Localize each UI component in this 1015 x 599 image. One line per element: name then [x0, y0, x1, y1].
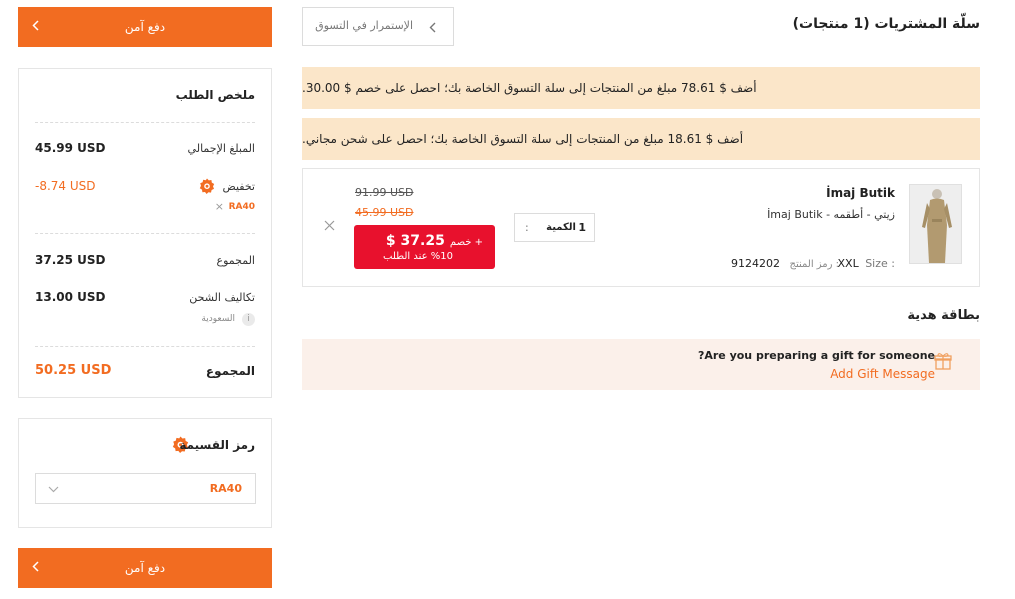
size-value: XXL	[837, 257, 859, 270]
divider	[35, 122, 255, 123]
subtotal-value: 45.99 USD	[35, 141, 106, 155]
gift-question: ?Are you preparing a gift for someone	[697, 349, 935, 362]
gift-card-box[interactable]: ?Are you preparing a gift for someone Ad…	[302, 339, 980, 390]
free-shipping-banner-text: أضف $ 18.61 مبلغ من المنتجات إلى سلة الت…	[302, 132, 744, 146]
quantity-value: 1	[578, 221, 586, 234]
free-shipping-banner: أضف $ 18.61 مبلغ من المنتجات إلى سلة الت…	[302, 118, 980, 160]
product-image[interactable]	[909, 184, 962, 264]
gift-section-title: بطاقة هدية	[907, 308, 980, 323]
discount-banner-text: أضف $ 78.61 مبلغ من المنتجات إلى سلة الت…	[302, 81, 757, 95]
size-label: Size :	[865, 257, 895, 270]
remove-coupon-icon[interactable]: ×	[215, 200, 224, 213]
total-label: المجموع	[216, 254, 255, 267]
promo-price-badge: + خصم 37.25 $ %10 عند الطلب	[354, 225, 495, 269]
coupon-title: رمز القسيمة	[179, 438, 255, 452]
badge-icon	[199, 178, 215, 194]
discount-banner: أضف $ 78.61 مبلغ من المنتجات إلى سلة الت…	[302, 67, 980, 109]
secure-pay-label: دفع آمن	[124, 20, 166, 34]
chevron-left-icon	[32, 561, 39, 572]
cart-item: İmaj Butik زيتي - أطقمه - İmaj Butik XXL…	[302, 168, 980, 287]
divider	[35, 346, 255, 347]
old-price: 91.99 USD	[355, 186, 414, 199]
order-summary: ملخص الطلب المبلغ الإجمالي 45.99 USD تخف…	[18, 68, 272, 398]
product-size: XXL Size :	[838, 257, 896, 270]
chevron-down-icon	[48, 486, 59, 493]
secure-pay-button-top[interactable]: دفع آمن	[18, 7, 272, 47]
sale-price: 45.99 USD	[355, 206, 414, 219]
add-gift-message-link[interactable]: Add Gift Message	[830, 367, 935, 381]
summary-title: ملخص الطلب	[175, 88, 255, 102]
promo-price: 37.25 $	[385, 233, 445, 249]
quantity-label: الكمية	[546, 222, 576, 233]
code-label: رمز المنتج :	[789, 259, 840, 270]
coupon-selected-value: RA40	[209, 482, 242, 495]
continue-shopping-label: الإستمرار في التسوق	[315, 19, 413, 32]
continue-shopping-button[interactable]: الإستمرار في التسوق	[302, 7, 454, 46]
coupon-section: رمز القسيمة RA40	[18, 418, 272, 528]
chevron-left-icon	[32, 20, 39, 31]
cart-title: سلّة المشتريات (1 منتجات)	[792, 16, 980, 32]
chevron-left-icon	[429, 22, 436, 33]
info-icon[interactable]: i	[242, 313, 255, 326]
close-icon[interactable]	[324, 220, 335, 231]
promo-note: %10 عند الطلب	[383, 251, 453, 262]
product-subtitle: زيتي - أطقمه - İmaj Butik	[767, 208, 895, 221]
coupon-select[interactable]: RA40	[35, 473, 256, 504]
quantity-selector[interactable]: الكمية 1 :	[514, 213, 595, 242]
secure-pay-label: دفع آمن	[124, 561, 166, 575]
secure-pay-button-bottom[interactable]: دفع آمن	[18, 548, 272, 588]
shipping-country: السعودية	[201, 314, 235, 324]
shipping-value: 13.00 USD	[35, 290, 106, 304]
discount-value: -8.74 USD	[35, 179, 96, 193]
code-value: 9124202	[731, 257, 780, 270]
product-code: 9124202 رمز المنتج :	[731, 257, 839, 270]
gift-icon	[934, 352, 952, 370]
product-brand[interactable]: İmaj Butik	[826, 186, 895, 200]
discount-code: RA40	[228, 202, 255, 212]
grand-total-value: 50.25 USD	[35, 363, 112, 378]
subtotal-label: المبلغ الإجمالي	[187, 142, 255, 155]
dropdown-icon: :	[525, 221, 529, 234]
total-value: 37.25 USD	[35, 253, 106, 267]
discount-label: تخفيض	[222, 180, 255, 193]
promo-plus-label: + خصم	[449, 237, 483, 248]
shipping-label: تكاليف الشحن	[189, 291, 255, 304]
grand-total-label: المجموع	[205, 364, 255, 378]
divider	[35, 233, 255, 234]
